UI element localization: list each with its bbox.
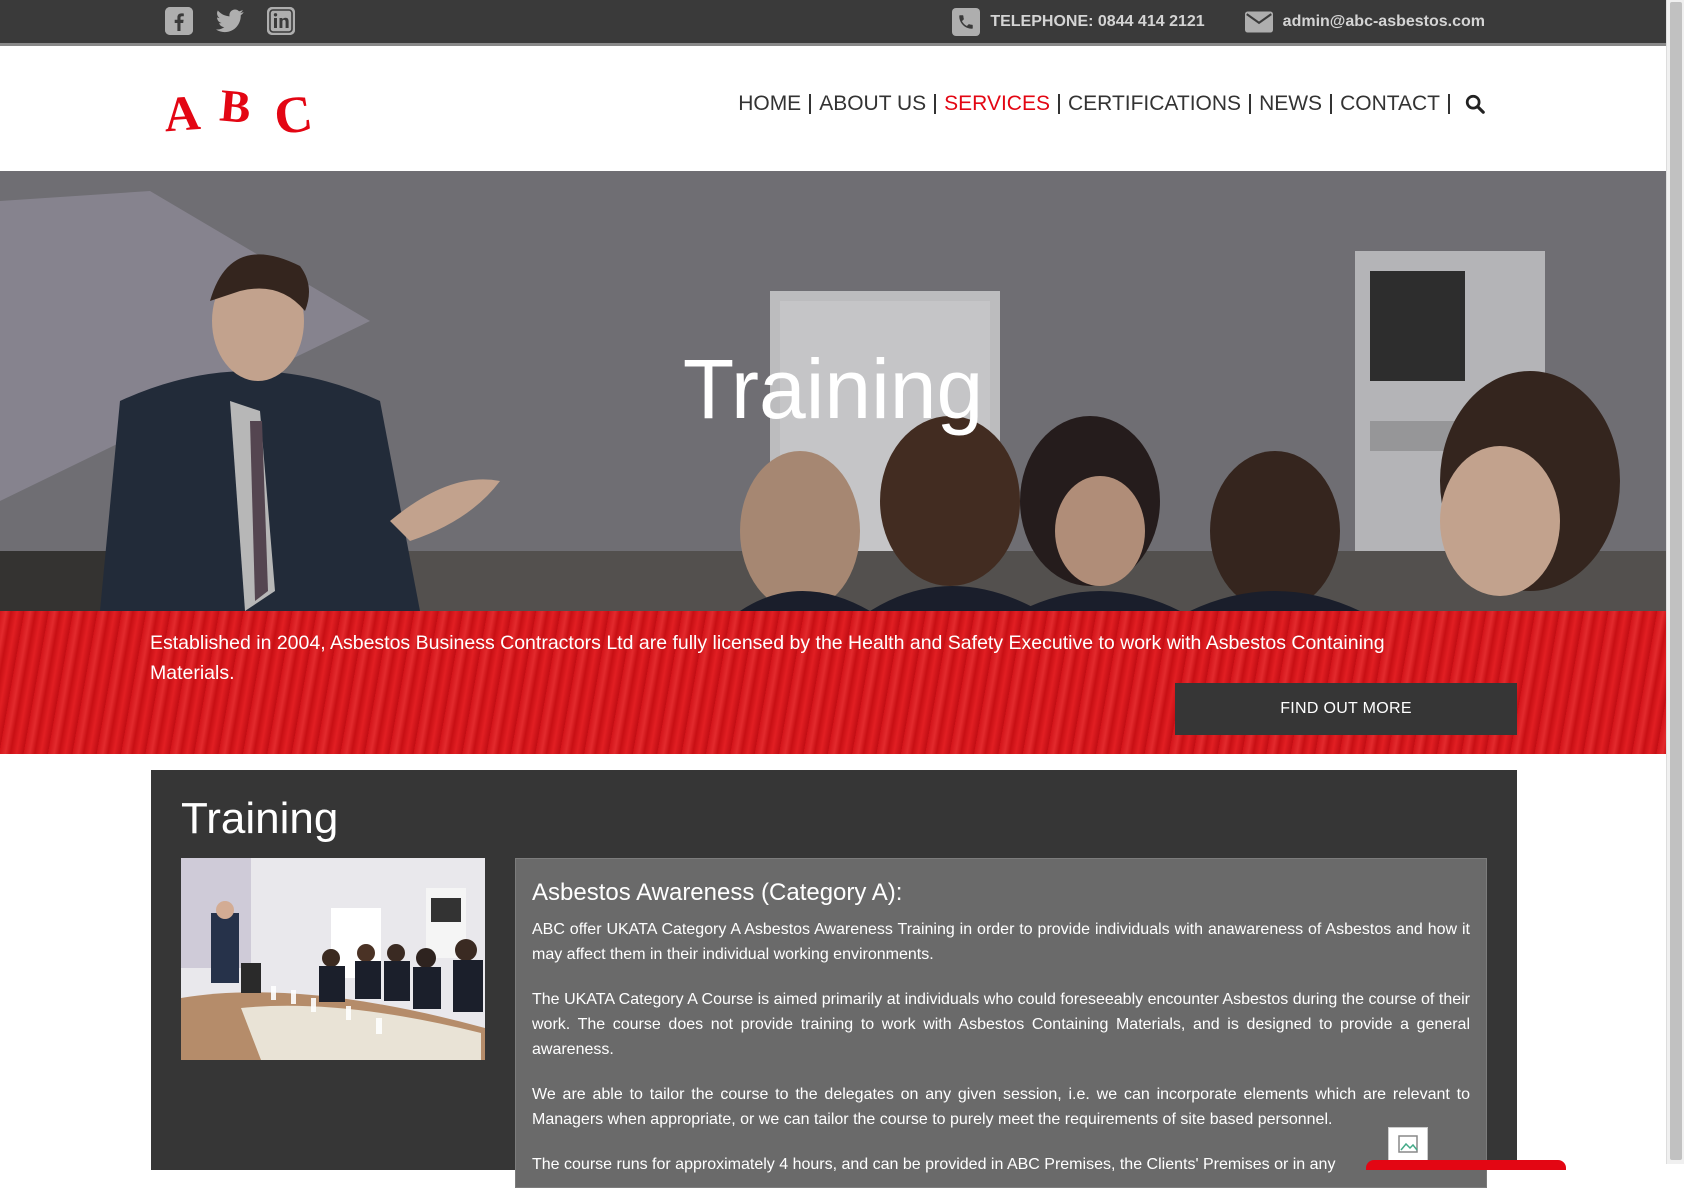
svg-text:B: B: [218, 82, 253, 133]
course-paragraph: ABC offer UKATA Category A Asbestos Awar…: [532, 921, 1470, 963]
svg-text:A: A: [164, 84, 202, 138]
hero-title: Training: [682, 342, 984, 436]
search-icon[interactable]: [1464, 93, 1486, 115]
training-image: [181, 858, 485, 1060]
intro-banner: Established in 2004, Asbestos Business C…: [0, 611, 1666, 754]
facebook-icon[interactable]: [165, 7, 193, 35]
scrollbar-thumb[interactable]: [1670, 2, 1682, 1160]
course-paragraph: The course runs for approximately 4 hour…: [532, 1156, 1336, 1173]
main-nav: HOME ABOUT US SERVICES CERTIFICATIONS NE…: [730, 92, 1486, 116]
nav-home[interactable]: HOME: [730, 92, 809, 116]
phone-icon: [952, 8, 981, 36]
training-section: Training Asbestos Awareness (Category A)…: [151, 770, 1517, 1188]
svg-text:C: C: [271, 85, 316, 138]
nav-contact[interactable]: CONTACT: [1332, 92, 1448, 116]
section-title: Training: [181, 794, 339, 843]
intro-tagline: Established in 2004, Asbestos Business C…: [150, 632, 1385, 684]
top-bar: TELEPHONE: 0844 414 2121 admin@abc-asbes…: [0, 0, 1666, 46]
envelope-icon: [1244, 8, 1273, 36]
nav-news[interactable]: NEWS: [1251, 92, 1330, 116]
course-heading: Asbestos Awareness (Category A):: [532, 879, 903, 906]
course-description: Asbestos Awareness (Category A): ABC off…: [515, 858, 1487, 1188]
abc-logo[interactable]: A B C: [164, 82, 324, 138]
find-out-more-button[interactable]: FIND OUT MORE: [1175, 683, 1517, 735]
nav-about-us[interactable]: ABOUT US: [811, 92, 934, 116]
contact-info: TELEPHONE: 0844 414 2121 admin@abc-asbes…: [952, 8, 1485, 36]
twitter-icon[interactable]: [216, 7, 244, 35]
site-header: A B C HOME ABOUT US SERVICES CERTIFICATI…: [0, 46, 1666, 171]
course-paragraph: We are able to tailor the course to the …: [532, 1086, 1470, 1128]
linkedin-icon[interactable]: [267, 7, 295, 35]
telephone-text[interactable]: TELEPHONE: 0844 414 2121: [990, 13, 1204, 31]
page-scrollbar[interactable]: [1666, 0, 1684, 1164]
nav-certifications[interactable]: CERTIFICATIONS: [1060, 92, 1249, 116]
social-links: [165, 7, 295, 35]
hero-banner: Training: [0, 171, 1666, 611]
email-link[interactable]: admin@abc-asbestos.com: [1283, 13, 1485, 31]
course-paragraph: The UKATA Category A Course is aimed pri…: [532, 991, 1470, 1058]
nav-divider: [1448, 94, 1450, 114]
nav-services[interactable]: SERVICES: [936, 92, 1058, 116]
chat-widget-tab[interactable]: [1366, 1160, 1566, 1170]
training-thumbnail: [181, 858, 485, 1060]
